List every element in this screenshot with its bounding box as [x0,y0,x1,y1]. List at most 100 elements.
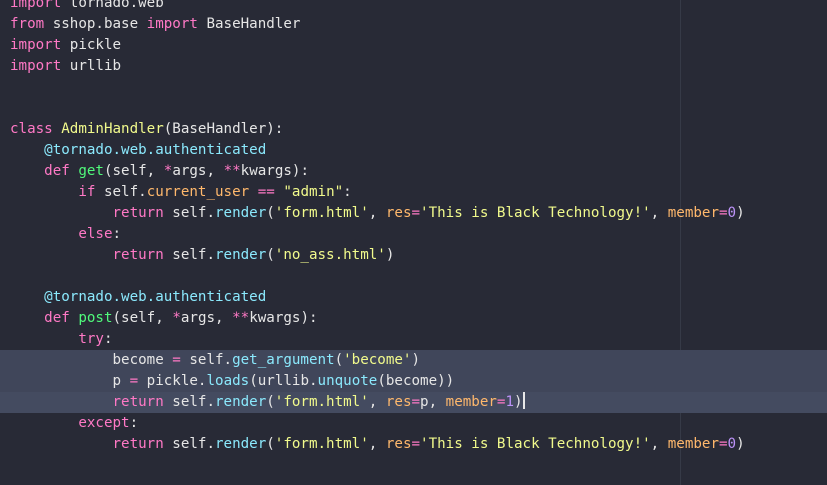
code-token: render [215,205,267,221]
code-line[interactable]: else: [0,224,827,245]
code-token: current_user [146,184,250,200]
code-token: BaseHandler [197,16,301,32]
code-line[interactable]: return self.render('form.html', res='Thi… [0,203,827,224]
code-token: return [112,247,164,263]
code-token: get [78,163,104,179]
code-token: ) [411,352,421,368]
code-token: ( [334,352,344,368]
code-token: import [10,37,62,53]
code-token: pickle [61,37,122,53]
code-token: (self, [103,163,164,179]
code-token: except [78,415,130,431]
code-line[interactable]: return self.render('form.html', res='Thi… [0,434,827,455]
code-token: , [368,205,386,221]
code-token: self. [180,352,233,368]
code-line[interactable]: def get(self, *args, **kwargs): [0,161,827,182]
code-token: from [10,16,45,32]
code-token: import [146,16,198,32]
code-line[interactable]: import pickle [0,35,827,56]
code-token: , [650,205,668,221]
code-line[interactable]: if self.current_user == "admin": [0,182,827,203]
code-token: self. [163,394,215,410]
code-token: 'This is Black Technology!' [420,205,651,221]
code-token: @tornado.web.authenticated [44,289,267,305]
code-token: 0 [727,436,737,452]
code-token: = [719,436,728,452]
code-token: ) [385,247,395,263]
code-token: else [78,226,113,242]
code-token: unquote [317,373,378,389]
code-token: @tornado.web.authenticated [44,142,267,158]
code-line[interactable]: import urllib [0,56,827,77]
code-token: try [78,331,104,347]
code-token: (BaseHandler): [163,121,284,137]
code-line[interactable]: except: [0,413,827,434]
code-token: render [215,436,267,452]
text-cursor [522,392,525,409]
code-line[interactable]: return self.render('no_ass.html') [0,245,827,266]
code-line[interactable]: p = pickle.loads(urllib.unquote(become)) [0,371,827,392]
code-line[interactable]: @tornado.web.authenticated [0,287,827,308]
code-line[interactable]: @tornado.web.authenticated [0,140,827,161]
code-line[interactable]: return self.render('form.html', res=p, m… [0,392,827,413]
code-token: ** [223,163,241,179]
code-line[interactable] [0,77,827,98]
code-token: def [44,163,70,179]
code-line[interactable]: become = self.get_argument('become') [0,350,827,371]
code-line[interactable] [0,98,827,119]
code-token: = [411,205,421,221]
code-line[interactable]: try: [0,329,827,350]
code-token: args, [172,163,224,179]
code-line[interactable]: from sshop.base import BaseHandler [0,14,827,35]
code-token: def [44,310,70,326]
code-token: 'form.html' [274,394,369,410]
code-token: : [343,184,352,200]
code-token: (self, [112,310,173,326]
code-token: kwargs): [240,163,309,179]
code-token: 'form.html' [274,436,369,452]
code-token: = [719,205,728,221]
code-token: p, [420,394,446,410]
code-token: = [411,436,421,452]
code-line[interactable]: def post(self, *args, **kwargs): [0,308,827,329]
code-editor[interactable]: import tornado.web from sshop.base import… [0,0,827,485]
code-line[interactable] [0,455,827,476]
code-token: 'form.html' [274,205,369,221]
code-lines[interactable]: import tornado.web from sshop.base import… [0,0,827,476]
code-token: res [385,394,412,410]
code-token: p [10,373,130,389]
code-token: render [215,247,267,263]
code-token: import [10,58,62,74]
code-line[interactable]: import tornado.web [0,0,827,14]
code-token: ) [514,394,523,410]
code-token: = [411,394,421,410]
code-token: 1 [505,394,514,410]
code-token: , [368,436,386,452]
code-token: kwargs): [249,310,318,326]
code-token: res [385,436,412,452]
code-token: return [112,394,164,410]
code-token: ) [736,436,745,452]
code-token: , [368,394,386,410]
code-token: == [257,184,275,200]
code-token: sshop.base [44,16,147,32]
code-line[interactable]: class AdminHandler(BaseHandler): [0,119,827,140]
code-token: (become)) [377,373,455,389]
code-token: become [10,352,173,368]
code-token: ( [266,394,275,410]
code-line[interactable] [0,266,827,287]
code-token: pickle. [138,373,207,389]
code-token: ( [266,247,275,263]
code-token: * [172,310,181,326]
code-token: return [112,436,164,452]
